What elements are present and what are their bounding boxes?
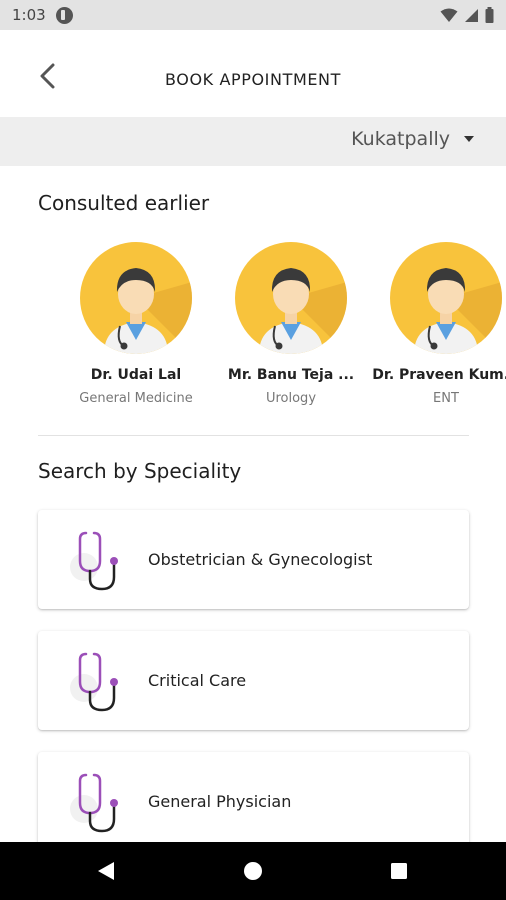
doctor-list: Dr. Udai Lal General Medicine Mr. Banu T… — [0, 240, 506, 415]
wifi-icon — [440, 8, 458, 22]
stethoscope-icon — [70, 652, 118, 712]
status-bar: 1:03 — [0, 0, 506, 30]
doctor-name: Mr. Banu Teja ... — [227, 367, 355, 383]
stethoscope-icon — [70, 531, 118, 591]
location-bar: Kukatpally — [0, 117, 506, 166]
consulted-earlier-title: Consulted earlier — [38, 191, 210, 215]
app-bar: BOOK APPOINTMENT — [0, 30, 506, 117]
location-dropdown[interactable]: Kukatpally — [351, 128, 474, 150]
doctor-avatar — [80, 242, 192, 354]
doctor-avatar-icon — [104, 268, 192, 354]
page-title: BOOK APPOINTMENT — [164, 70, 341, 89]
speciality-card[interactable]: General Physician — [38, 752, 469, 851]
doctor-speciality: General Medicine — [79, 391, 193, 406]
nav-back-button[interactable] — [90, 856, 122, 886]
doctor-card[interactable]: Dr. Praveen Kum... ENT — [371, 240, 506, 406]
nav-back-icon — [98, 862, 114, 880]
search-by-speciality-title: Search by Speciality — [38, 459, 242, 483]
status-time: 1:03 — [12, 6, 46, 24]
doctor-avatar-icon — [259, 268, 347, 354]
cell-signal-icon — [465, 8, 478, 22]
doctor-card[interactable]: Dr. Udai Lal General Medicine — [61, 240, 211, 406]
speciality-label: General Physician — [148, 792, 292, 811]
notification-app-icon — [55, 6, 73, 24]
nav-home-button[interactable] — [237, 856, 269, 886]
doctor-avatar — [235, 242, 347, 354]
system-nav-bar — [0, 842, 506, 900]
section-divider — [38, 435, 469, 436]
stethoscope-icon — [70, 773, 118, 833]
doctor-card[interactable]: Mr. Banu Teja ... Urology — [216, 240, 366, 406]
nav-recents-button[interactable] — [383, 856, 415, 886]
speciality-card[interactable]: Obstetrician & Gynecologist — [38, 510, 469, 609]
battery-icon — [485, 7, 494, 23]
doctor-speciality: ENT — [433, 391, 459, 406]
doctor-avatar — [390, 242, 502, 354]
nav-home-icon — [244, 862, 262, 880]
speciality-label: Critical Care — [148, 671, 247, 690]
doctor-name: Dr. Udai Lal — [90, 367, 182, 383]
nav-recents-icon — [391, 863, 407, 879]
location-value: Kukatpally — [351, 128, 450, 150]
doctor-speciality: Urology — [265, 391, 317, 406]
speciality-card[interactable]: Critical Care — [38, 631, 469, 730]
status-icons — [440, 7, 494, 23]
dropdown-caret-icon — [464, 136, 474, 142]
doctor-name: Dr. Praveen Kum... — [372, 367, 506, 383]
speciality-label: Obstetrician & Gynecologist — [148, 550, 373, 569]
doctor-avatar-icon — [414, 268, 502, 354]
